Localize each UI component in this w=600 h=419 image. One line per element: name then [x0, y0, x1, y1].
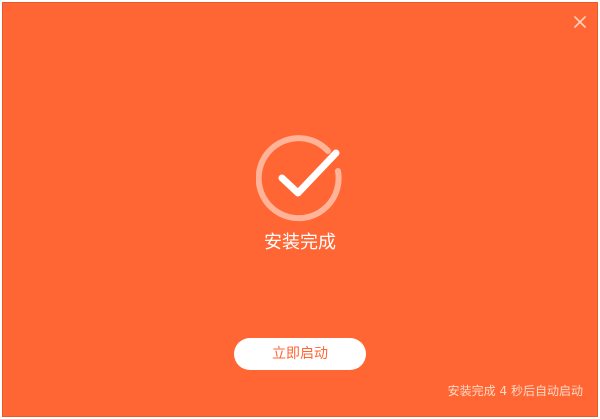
countdown-seconds: 4 [499, 384, 508, 398]
check-circle-icon [255, 134, 346, 224]
auto-launch-countdown: 安装完成 4 秒后自动启动 [448, 383, 583, 399]
close-button[interactable] [571, 13, 589, 31]
close-icon [574, 16, 586, 28]
launch-now-button[interactable]: 立即启动 [234, 338, 366, 370]
installer-window: 安装完成 立即启动 安装完成 4 秒后自动启动 [2, 2, 598, 417]
countdown-prefix: 安装完成 [447, 384, 496, 398]
countdown-suffix: 秒后自动启动 [510, 384, 583, 398]
install-complete-title: 安装完成 [264, 232, 336, 253]
